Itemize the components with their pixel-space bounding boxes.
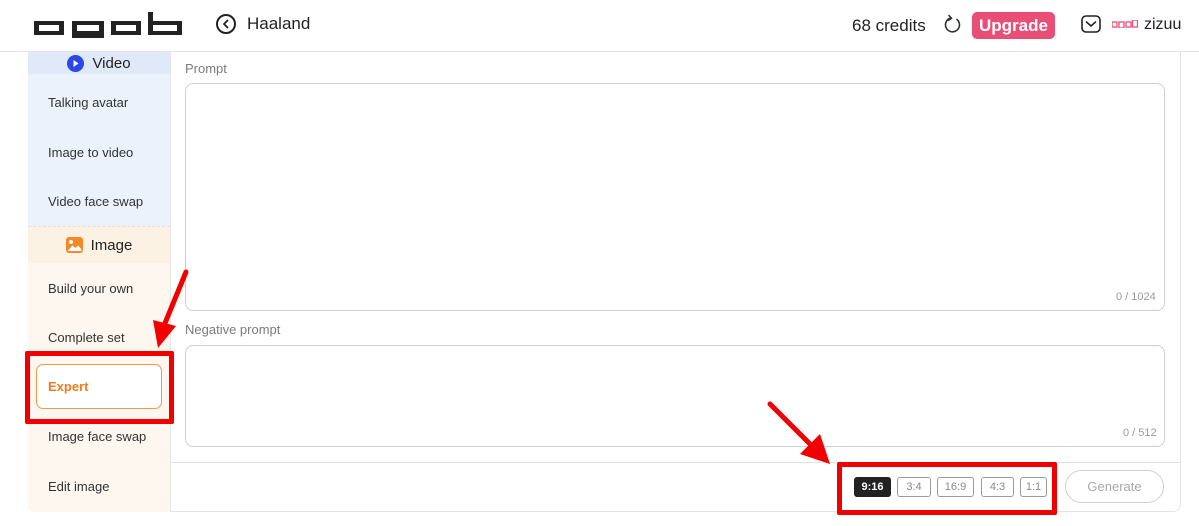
credits-count: 68 credits	[852, 16, 926, 35]
sidebar-item-edit-image[interactable]: Edit image	[48, 479, 109, 494]
video-section-header: Video	[28, 52, 170, 74]
play-icon	[67, 54, 85, 72]
negative-prompt-label: Negative prompt	[185, 322, 281, 337]
prompt-input[interactable]	[185, 83, 1165, 311]
footer-divider	[171, 462, 1180, 463]
refresh-icon[interactable]	[941, 14, 963, 36]
ratio-4-3-button[interactable]: 4:3	[981, 477, 1014, 497]
ratio-16-9-button[interactable]: 16:9	[937, 477, 974, 497]
ratio-3-4-button[interactable]: 3:4	[897, 477, 931, 497]
mail-icon[interactable]	[1081, 15, 1101, 33]
sidebar-item-complete-set[interactable]: Complete set	[48, 330, 125, 345]
sidebar-item-image-face-swap[interactable]: Image face swap	[48, 429, 146, 444]
back-button[interactable]: Haaland	[216, 14, 310, 34]
video-section-title: Video	[92, 54, 131, 72]
negative-prompt-input[interactable]	[185, 345, 1165, 447]
image-section-header: Image	[28, 226, 170, 263]
ratio-9-16-button[interactable]: 9:16	[854, 477, 891, 497]
project-title: Haaland	[247, 14, 311, 33]
sidebar-item-image-to-video[interactable]: Image to video	[48, 145, 133, 160]
sidebar-item-expert[interactable]: Expert	[36, 364, 162, 409]
username[interactable]: zizuu	[1144, 16, 1181, 34]
top-header: Haaland 68 credits Upgrade zizuu	[0, 0, 1199, 52]
prompt-label: Prompt	[185, 61, 227, 76]
image-section-title: Image	[90, 236, 133, 254]
negative-prompt-char-counter: 0 / 512	[1123, 427, 1157, 439]
sidebar-item-video-face-swap[interactable]: Video face swap	[48, 194, 143, 209]
back-circle-icon	[216, 14, 236, 34]
image-section: Image Build your own Complete set Expert…	[28, 226, 170, 512]
ratio-1-1-button[interactable]: 1:1	[1020, 477, 1047, 497]
user-avatar-logo[interactable]	[1112, 20, 1138, 28]
upgrade-button[interactable]: Upgrade	[972, 12, 1055, 39]
prompt-char-counter: 0 / 1024	[1116, 291, 1156, 303]
sidebar-item-build-your-own[interactable]: Build your own	[48, 281, 133, 296]
sidebar: Video Talking avatar Image to video Vide…	[28, 52, 171, 512]
generate-button[interactable]: Generate	[1065, 470, 1164, 503]
sidebar-item-talking-avatar[interactable]: Talking avatar	[48, 95, 128, 110]
image-icon	[65, 237, 83, 253]
video-section: Video Talking avatar Image to video Vide…	[28, 52, 170, 226]
apob-logo[interactable]	[34, 12, 182, 38]
